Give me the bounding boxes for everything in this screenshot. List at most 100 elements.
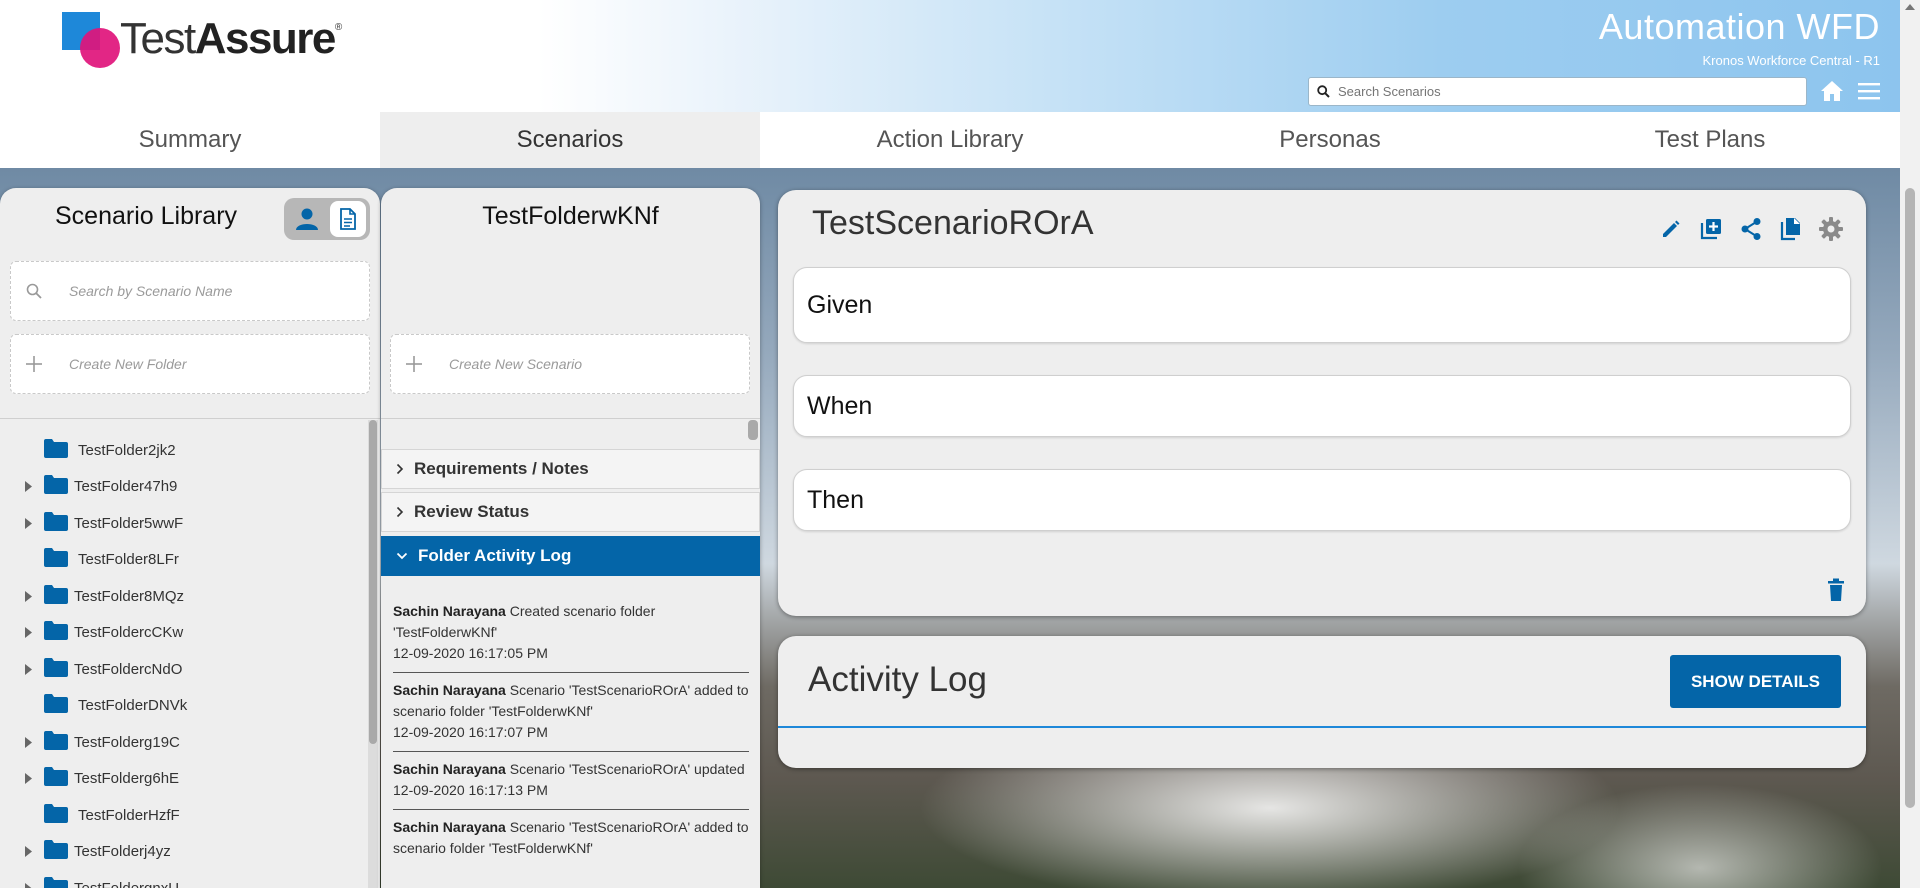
- caret-right-icon[interactable]: [22, 846, 34, 858]
- scenario-search-box[interactable]: [1308, 77, 1807, 106]
- edit-icon[interactable]: [1658, 216, 1684, 242]
- when-label: When: [807, 391, 873, 420]
- activity-log-divider: [778, 726, 1866, 728]
- caret-right-icon[interactable]: [22, 517, 34, 529]
- folder-name: TestFolder8LFr: [78, 551, 179, 569]
- document-view-button[interactable]: [330, 201, 366, 237]
- document-icon: [340, 208, 356, 230]
- scenario-search-input[interactable]: [1338, 84, 1778, 99]
- caret-right-icon[interactable]: [22, 481, 34, 493]
- folder-activity-log-accordion[interactable]: Folder Activity Log: [381, 536, 760, 576]
- scrollbar-thumb[interactable]: [748, 420, 758, 440]
- caret-right-icon[interactable]: [22, 736, 34, 748]
- then-step-box[interactable]: Then: [793, 469, 1851, 531]
- app-subtitle: Kronos Workforce Central - R1: [1702, 53, 1881, 68]
- delete-scenario-icon[interactable]: [1826, 578, 1846, 602]
- tab-personas[interactable]: Personas: [1140, 112, 1520, 168]
- app-header: TestAssure® Automation WFD Kronos Workfo…: [0, 0, 1920, 112]
- folder-panel-scrollbar[interactable]: [748, 420, 758, 440]
- chevron-right-icon: [396, 463, 404, 475]
- folder-name: TestFolder5wwF: [74, 514, 184, 532]
- folder-name: TestFolderj4yz: [74, 843, 171, 861]
- search-icon: [23, 280, 45, 302]
- caret-right-icon[interactable]: [22, 590, 34, 602]
- testassure-logo[interactable]: TestAssure®: [62, 12, 352, 74]
- divider: [381, 418, 760, 419]
- folder-tree-item[interactable]: TestFolderg6hE: [0, 761, 366, 798]
- folder-name: TestFolderg19C: [74, 733, 180, 751]
- folder-name: TestFolder2jk2: [78, 441, 176, 459]
- tab-scenarios[interactable]: Scenarios: [380, 112, 760, 168]
- tab-action-library[interactable]: Action Library: [760, 112, 1140, 168]
- folder-icon: [44, 840, 68, 863]
- settings-icon[interactable]: [1818, 216, 1844, 242]
- divider: [0, 418, 380, 419]
- caret-right-icon[interactable]: [22, 882, 34, 888]
- folder-icon: [44, 730, 68, 754]
- scenario-name-search[interactable]: Search by Scenario Name: [10, 261, 370, 321]
- folder-tree-item[interactable]: TestFolderDNVk: [0, 688, 366, 725]
- add-to-library-icon[interactable]: [1698, 216, 1724, 242]
- log-time: 12-09-2020 16:17:07 PM: [393, 724, 548, 740]
- folder-tree-item[interactable]: TestFolder8MQz: [0, 578, 366, 615]
- folder-tree-item[interactable]: TestFolderg19C: [0, 724, 366, 761]
- scenario-title: TestScenarioROrA: [812, 204, 1094, 242]
- folder-tree-item[interactable]: TestFolderj4yz: [0, 834, 366, 871]
- folder-tree-item[interactable]: TestFolder5wwF: [0, 505, 366, 542]
- caret-right-icon[interactable]: [22, 663, 34, 675]
- activity-log-title: Activity Log: [808, 660, 987, 699]
- folder-tree-item[interactable]: TestFolder8LFr: [0, 542, 366, 579]
- create-new-folder-button[interactable]: Create New Folder: [10, 334, 370, 394]
- persona-view-icon[interactable]: [294, 206, 320, 232]
- show-details-button[interactable]: SHOW DETAILS: [1670, 655, 1841, 708]
- log-time: 12-09-2020 16:17:05 PM: [393, 645, 548, 661]
- folder-name: TestFoldercCKw: [74, 624, 184, 642]
- given-step-box[interactable]: Given: [793, 267, 1851, 343]
- folder-icon: [44, 475, 68, 498]
- scroll-up-arrow-icon[interactable]: [1905, 4, 1915, 10]
- scenario-library-title: Scenario Library: [55, 202, 238, 230]
- accordion-label: Folder Activity Log: [418, 546, 572, 565]
- scenario-library-panel: Scenario Library Search by Scenario Name…: [0, 188, 380, 888]
- create-new-scenario-button[interactable]: Create New Scenario: [390, 334, 750, 394]
- folder-icon: [44, 548, 68, 571]
- tab-test-plans[interactable]: Test Plans: [1520, 112, 1900, 168]
- share-icon[interactable]: [1738, 216, 1764, 242]
- hamburger-menu-icon[interactable]: [1858, 82, 1880, 100]
- plus-icon: [23, 353, 45, 375]
- chevron-right-icon: [396, 506, 404, 518]
- scrollbar-thumb[interactable]: [369, 420, 377, 744]
- folder-tree-item[interactable]: TestFolderHzfF: [0, 797, 366, 834]
- then-label: Then: [807, 485, 864, 514]
- caret-right-icon[interactable]: [22, 773, 34, 785]
- log-entry: Sachin Narayana Scenario 'TestScenarioRO…: [393, 673, 749, 752]
- folder-tree-item[interactable]: TestFolder2jk2: [0, 432, 366, 469]
- accordion-label: Requirements / Notes: [414, 459, 589, 478]
- folder-list-scrollbar[interactable]: [368, 420, 378, 888]
- folder-tree-item[interactable]: TestFolderqnxU: [0, 870, 366, 888]
- folder-tree-item[interactable]: TestFoldercCKw: [0, 615, 366, 652]
- folder-tree-item[interactable]: TestFoldercNdO: [0, 651, 366, 688]
- home-icon[interactable]: [1820, 80, 1844, 102]
- review-status-accordion[interactable]: Review Status: [381, 492, 760, 532]
- when-step-box[interactable]: When: [793, 375, 1851, 437]
- folder-icon: [44, 694, 68, 717]
- requirements-notes-accordion[interactable]: Requirements / Notes: [381, 449, 760, 489]
- folder-icon: [44, 621, 68, 644]
- accordion-label: Review Status: [414, 502, 530, 521]
- app-title: Automation WFD: [1598, 6, 1880, 47]
- page-scrollbar[interactable]: [1900, 0, 1920, 888]
- scenario-toolbar: [1658, 216, 1844, 242]
- folder-icon: [44, 876, 68, 888]
- folder-name: TestFolderqnxU: [74, 880, 179, 888]
- folder-name: TestFolder47h9: [74, 478, 178, 496]
- folder-activity-log: Sachin Narayana Created scenario folder …: [393, 594, 749, 867]
- plus-icon: [403, 353, 425, 375]
- folder-icon: [44, 584, 68, 608]
- main-tabs: Summary Scenarios Action Library Persona…: [0, 112, 1900, 168]
- caret-right-icon[interactable]: [22, 627, 34, 639]
- tab-summary[interactable]: Summary: [0, 112, 380, 168]
- copy-icon[interactable]: [1778, 216, 1804, 242]
- scrollbar-thumb[interactable]: [1905, 188, 1915, 808]
- folder-tree-item[interactable]: TestFolder47h9: [0, 469, 366, 506]
